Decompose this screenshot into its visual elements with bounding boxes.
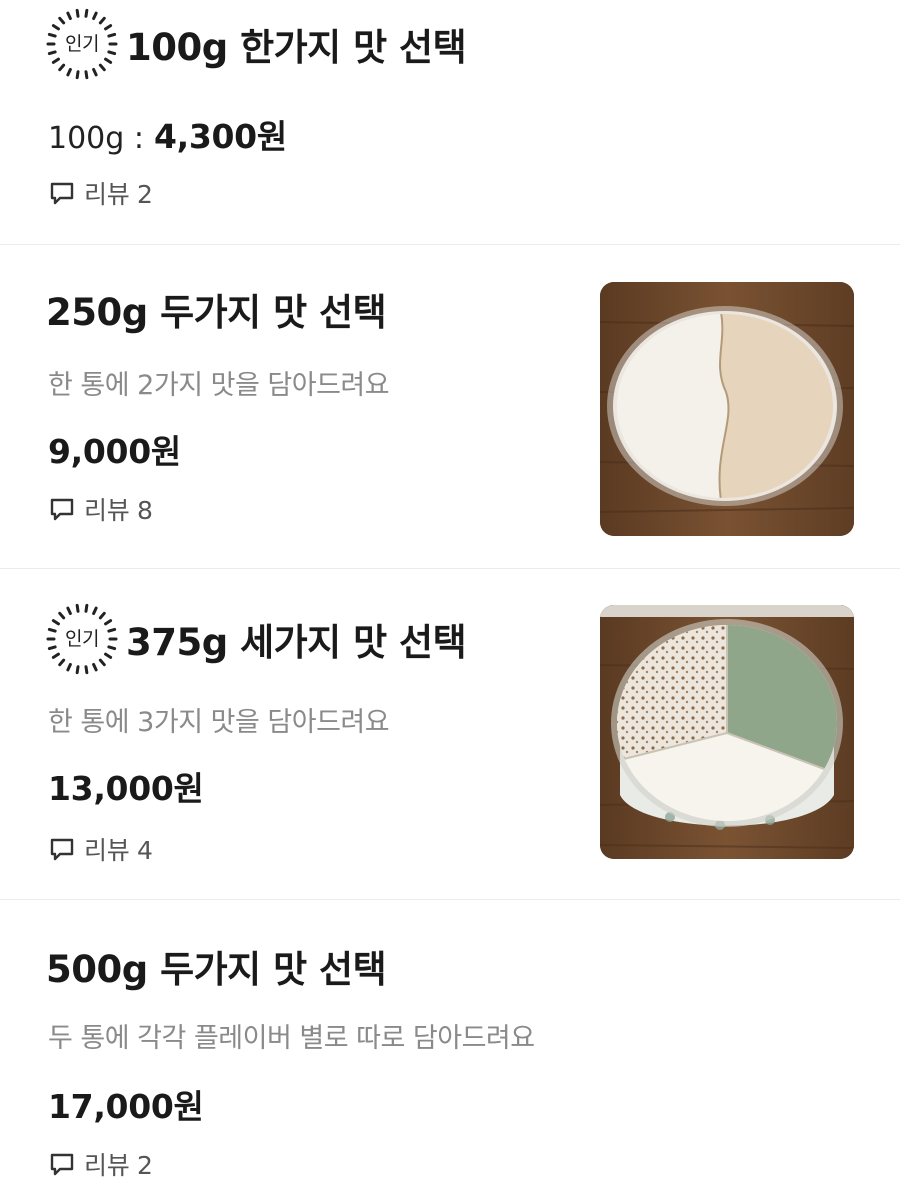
menu-item-500g[interactable]: 500g 두가지 맛 선택 두 통에 각각 플레이버 별로 따로 담아드려요 1… [0,900,900,1195]
menu-item-250g[interactable]: 250g 두가지 맛 선택 한 통에 2가지 맛을 담아드려요 9,000원 리… [0,245,900,568]
menu-item-price: 9,000원 [48,432,181,471]
review-count: 리뷰 4 [84,836,153,865]
menu-item-image[interactable] [600,605,854,859]
menu-item-title: 100g 한가지 맛 선택 [126,26,467,69]
menu-item-title-row: 500g 두가지 맛 선택 [46,940,387,992]
price-prefix: 100g : [48,121,144,156]
popular-badge-label: 인기 [65,33,99,55]
menu-item-price-row: 17,000원 [48,1080,204,1128]
speech-bubble-icon [50,498,74,521]
review-link[interactable]: 리뷰 2 [48,175,153,211]
three-flavor-ice-cream-tub-image [600,605,854,859]
menu-item-description: 한 통에 2가지 맛을 담아드려요 [48,370,390,401]
menu-item-375g[interactable]: 인기 375g 세가지 맛 선택 한 통에 3가지 맛을 담아드려요 13,00… [0,569,900,899]
menu-item-title-row: 인기 100g 한가지 맛 선택 [46,8,467,80]
review-count: 리뷰 8 [84,496,153,525]
review-link[interactable]: 리뷰 8 [48,491,153,527]
menu-item-price: 13,000원 [48,769,204,808]
menu-item-title-row: 인기 375g 세가지 맛 선택 [46,603,467,675]
review-count: 리뷰 2 [84,180,153,209]
menu-item-price-row: 9,000원 [48,425,181,473]
speech-bubble-icon [50,1153,74,1176]
menu-item-image[interactable] [600,282,854,536]
menu-item-title: 500g 두가지 맛 선택 [46,948,387,991]
speech-bubble-icon [50,838,74,861]
popular-badge: 인기 [46,8,118,80]
menu-item-100g[interactable]: 인기 100g 한가지 맛 선택 100g : 4,300원 리뷰 2 [0,0,900,244]
menu-item-price-row: 13,000원 [48,762,204,810]
two-flavor-ice-cream-tub-image [600,282,854,536]
menu-item-title: 250g 두가지 맛 선택 [46,291,387,334]
menu-item-description: 한 통에 3가지 맛을 담아드려요 [48,707,390,738]
speech-bubble-icon [50,182,74,205]
menu-item-description: 두 통에 각각 플레이버 별로 따로 담아드려요 [48,1023,535,1054]
popular-badge-label: 인기 [65,628,99,650]
menu-item-price-row: 100g : 4,300원 [48,110,287,158]
menu-item-title-row: 250g 두가지 맛 선택 [46,283,387,335]
popular-badge: 인기 [46,603,118,675]
menu-item-price: 4,300원 [153,117,287,156]
review-link[interactable]: 리뷰 2 [48,1146,153,1182]
menu-item-title: 375g 세가지 맛 선택 [126,621,467,664]
review-count: 리뷰 2 [84,1151,153,1180]
review-link[interactable]: 리뷰 4 [48,831,153,867]
menu-item-price: 17,000원 [48,1087,204,1126]
